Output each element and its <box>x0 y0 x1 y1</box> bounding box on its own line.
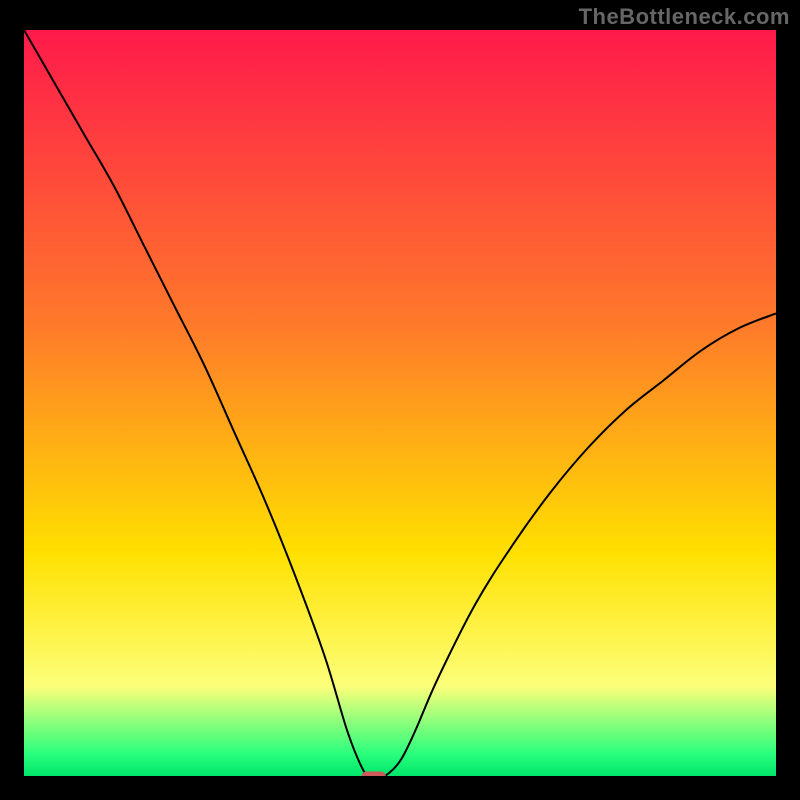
chart-background <box>24 30 776 776</box>
optimum-marker <box>362 772 386 776</box>
watermark-text: TheBottleneck.com <box>579 4 790 30</box>
chart-svg <box>24 30 776 776</box>
chart-frame: TheBottleneck.com <box>0 0 800 800</box>
chart-plot-area <box>24 30 776 776</box>
